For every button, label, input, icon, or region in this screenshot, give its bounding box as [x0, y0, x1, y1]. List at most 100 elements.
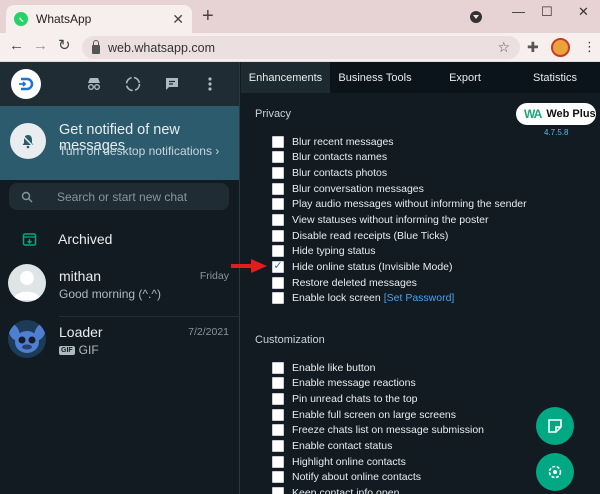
tab-enhancements[interactable]: Enhancements	[241, 62, 330, 93]
checkbox[interactable]	[272, 182, 284, 195]
option-row[interactable]: Play audio messages without informing th…	[272, 197, 527, 213]
new-tab-button[interactable]: +	[202, 6, 214, 26]
option-label: Restore deleted messages	[292, 276, 417, 289]
incognito-icon[interactable]	[84, 74, 104, 94]
checkbox[interactable]	[272, 167, 284, 180]
option-label: Hide typing status	[292, 245, 376, 258]
option-label: Blur conversation messages	[292, 182, 424, 195]
checkbox[interactable]	[272, 135, 284, 148]
browser-tab-whatsapp[interactable]: WhatsApp ✕	[6, 5, 192, 33]
tab-search-icon[interactable]	[470, 11, 482, 23]
contact-avatar	[8, 264, 46, 302]
back-icon[interactable]: ←	[9, 38, 24, 53]
sticker-icon	[548, 419, 562, 433]
checkbox[interactable]	[272, 424, 284, 437]
lock-icon[interactable]	[92, 39, 100, 54]
tab-statistics[interactable]: Statistics	[510, 62, 600, 84]
minimize-icon[interactable]: —	[512, 4, 525, 19]
status-icon[interactable]	[123, 74, 143, 94]
chat-list-item[interactable]: Loader 7/2/2021 GIF GIF	[0, 317, 240, 373]
option-label: View statuses without informing the post…	[292, 214, 489, 227]
checkbox[interactable]	[272, 377, 284, 390]
new-chat-icon[interactable]	[162, 74, 182, 94]
extensions-icon[interactable]: ✚	[527, 40, 539, 54]
option-label: Highlight online contacts	[292, 455, 406, 468]
chat-list-item[interactable]: mithan Friday Good morning (^.^)	[0, 261, 240, 317]
checkbox[interactable]	[272, 408, 284, 421]
checkbox[interactable]	[272, 440, 284, 453]
checkbox[interactable]	[272, 393, 284, 406]
contact-avatar-stitch	[8, 320, 46, 358]
option-label: Play audio messages without informing th…	[292, 198, 527, 211]
option-row[interactable]: Pin unread chats to the top	[272, 391, 418, 407]
whatsapp-favicon-icon	[14, 12, 28, 26]
bell-muted-icon	[10, 123, 46, 159]
checkbox[interactable]	[272, 471, 284, 484]
settings-button[interactable]	[536, 453, 574, 491]
browser-menu-icon[interactable]: ⋮	[583, 40, 596, 53]
option-row[interactable]: Notify about online contacts	[272, 470, 421, 486]
option-row[interactable]: Blur contacts names	[272, 150, 387, 166]
close-tab-icon[interactable]: ✕	[172, 12, 184, 26]
option-label: Notify about online contacts	[292, 471, 421, 484]
option-label: Enable like button	[292, 361, 376, 374]
checkbox[interactable]	[272, 455, 284, 468]
customization-section-title: Customization	[255, 334, 325, 346]
option-row[interactable]: Freeze chats list on message submission	[272, 423, 484, 439]
option-row[interactable]: Highlight online contacts	[272, 454, 406, 470]
chat-name: mithan	[59, 268, 102, 284]
option-label: Enable lock screen	[292, 292, 381, 305]
checkbox[interactable]	[272, 486, 284, 494]
option-row[interactable]: Blur recent messages	[272, 134, 394, 150]
wa-web-plus-logo: WA Web Plus	[516, 103, 596, 125]
address-bar[interactable]: web.whatsapp.com ☆	[82, 36, 520, 59]
option-row[interactable]: Blur conversation messages	[272, 181, 424, 197]
checkbox[interactable]	[272, 198, 284, 211]
forward-icon[interactable]: →	[33, 38, 48, 53]
option-row[interactable]: Keep contact info open	[272, 485, 399, 494]
option-row[interactable]: View statuses without informing the post…	[272, 212, 489, 228]
archived-row[interactable]: Archived	[0, 224, 240, 254]
option-row[interactable]: Enable lock screen [Set Password]	[272, 291, 454, 307]
profile-avatar[interactable]	[551, 38, 570, 57]
option-row[interactable]: ✓ Hide online status (Invisible Mode)	[272, 259, 453, 275]
option-row[interactable]: Disable read receipts (Blue Ticks)	[272, 228, 448, 244]
set-password-link[interactable]: [Set Password]	[384, 292, 455, 304]
option-label: Blur contacts photos	[292, 167, 388, 180]
checkbox-checked[interactable]: ✓	[272, 260, 284, 273]
option-row[interactable]: Enable full screen on large screens	[272, 407, 456, 423]
search-input[interactable]	[57, 189, 207, 204]
reload-icon[interactable]: ↻	[58, 38, 71, 53]
option-row[interactable]: Blur contacts photos	[272, 165, 387, 181]
bookmark-star-icon[interactable]: ☆	[497, 39, 510, 56]
profile-avatar[interactable]	[11, 69, 41, 99]
checkbox[interactable]	[272, 229, 284, 242]
tab-export[interactable]: Export	[420, 62, 510, 84]
option-label: Blur contacts names	[292, 151, 388, 164]
url-text[interactable]: web.whatsapp.com	[108, 41, 497, 55]
option-row[interactable]: Enable contact status	[272, 438, 392, 454]
chat-search-box[interactable]	[9, 183, 229, 210]
close-window-icon[interactable]: ✕	[578, 4, 589, 20]
checkbox[interactable]	[272, 292, 284, 305]
option-row[interactable]: Hide typing status	[272, 244, 375, 260]
version-label: 4.7.5.8	[544, 128, 569, 137]
sticker-button[interactable]	[536, 407, 574, 445]
tab-title: WhatsApp	[36, 12, 92, 26]
privacy-section-title: Privacy	[255, 108, 292, 120]
checkbox[interactable]	[272, 214, 284, 227]
archive-icon	[22, 232, 37, 246]
tab-business-tools[interactable]: Business Tools	[330, 62, 420, 84]
option-row[interactable]: Restore deleted messages	[272, 275, 417, 291]
checkbox[interactable]	[272, 276, 284, 289]
gif-badge: GIF	[59, 345, 75, 355]
menu-icon[interactable]	[200, 74, 220, 94]
maximize-icon[interactable]: ☐	[541, 4, 553, 20]
checkbox[interactable]	[272, 361, 284, 374]
notification-banner[interactable]: Get notified of new messages Turn on des…	[0, 106, 239, 180]
option-row[interactable]: Enable message reactions	[272, 376, 416, 392]
checkbox[interactable]	[272, 151, 284, 164]
enable-notifications-link[interactable]: Turn on desktop notifications ›	[59, 144, 219, 158]
option-row[interactable]: Enable like button	[272, 360, 375, 376]
checkbox[interactable]	[272, 245, 284, 258]
